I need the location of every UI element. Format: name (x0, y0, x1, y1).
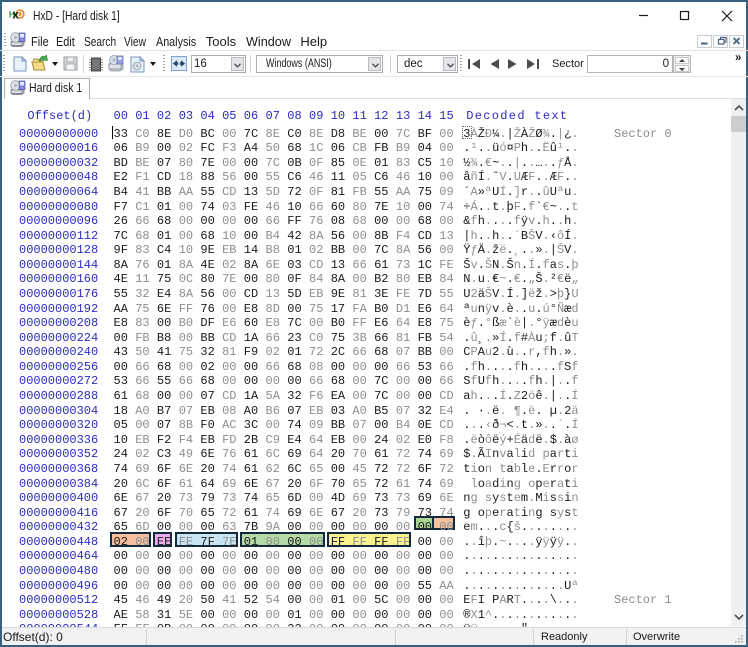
svg-text:x: x (12, 10, 19, 22)
